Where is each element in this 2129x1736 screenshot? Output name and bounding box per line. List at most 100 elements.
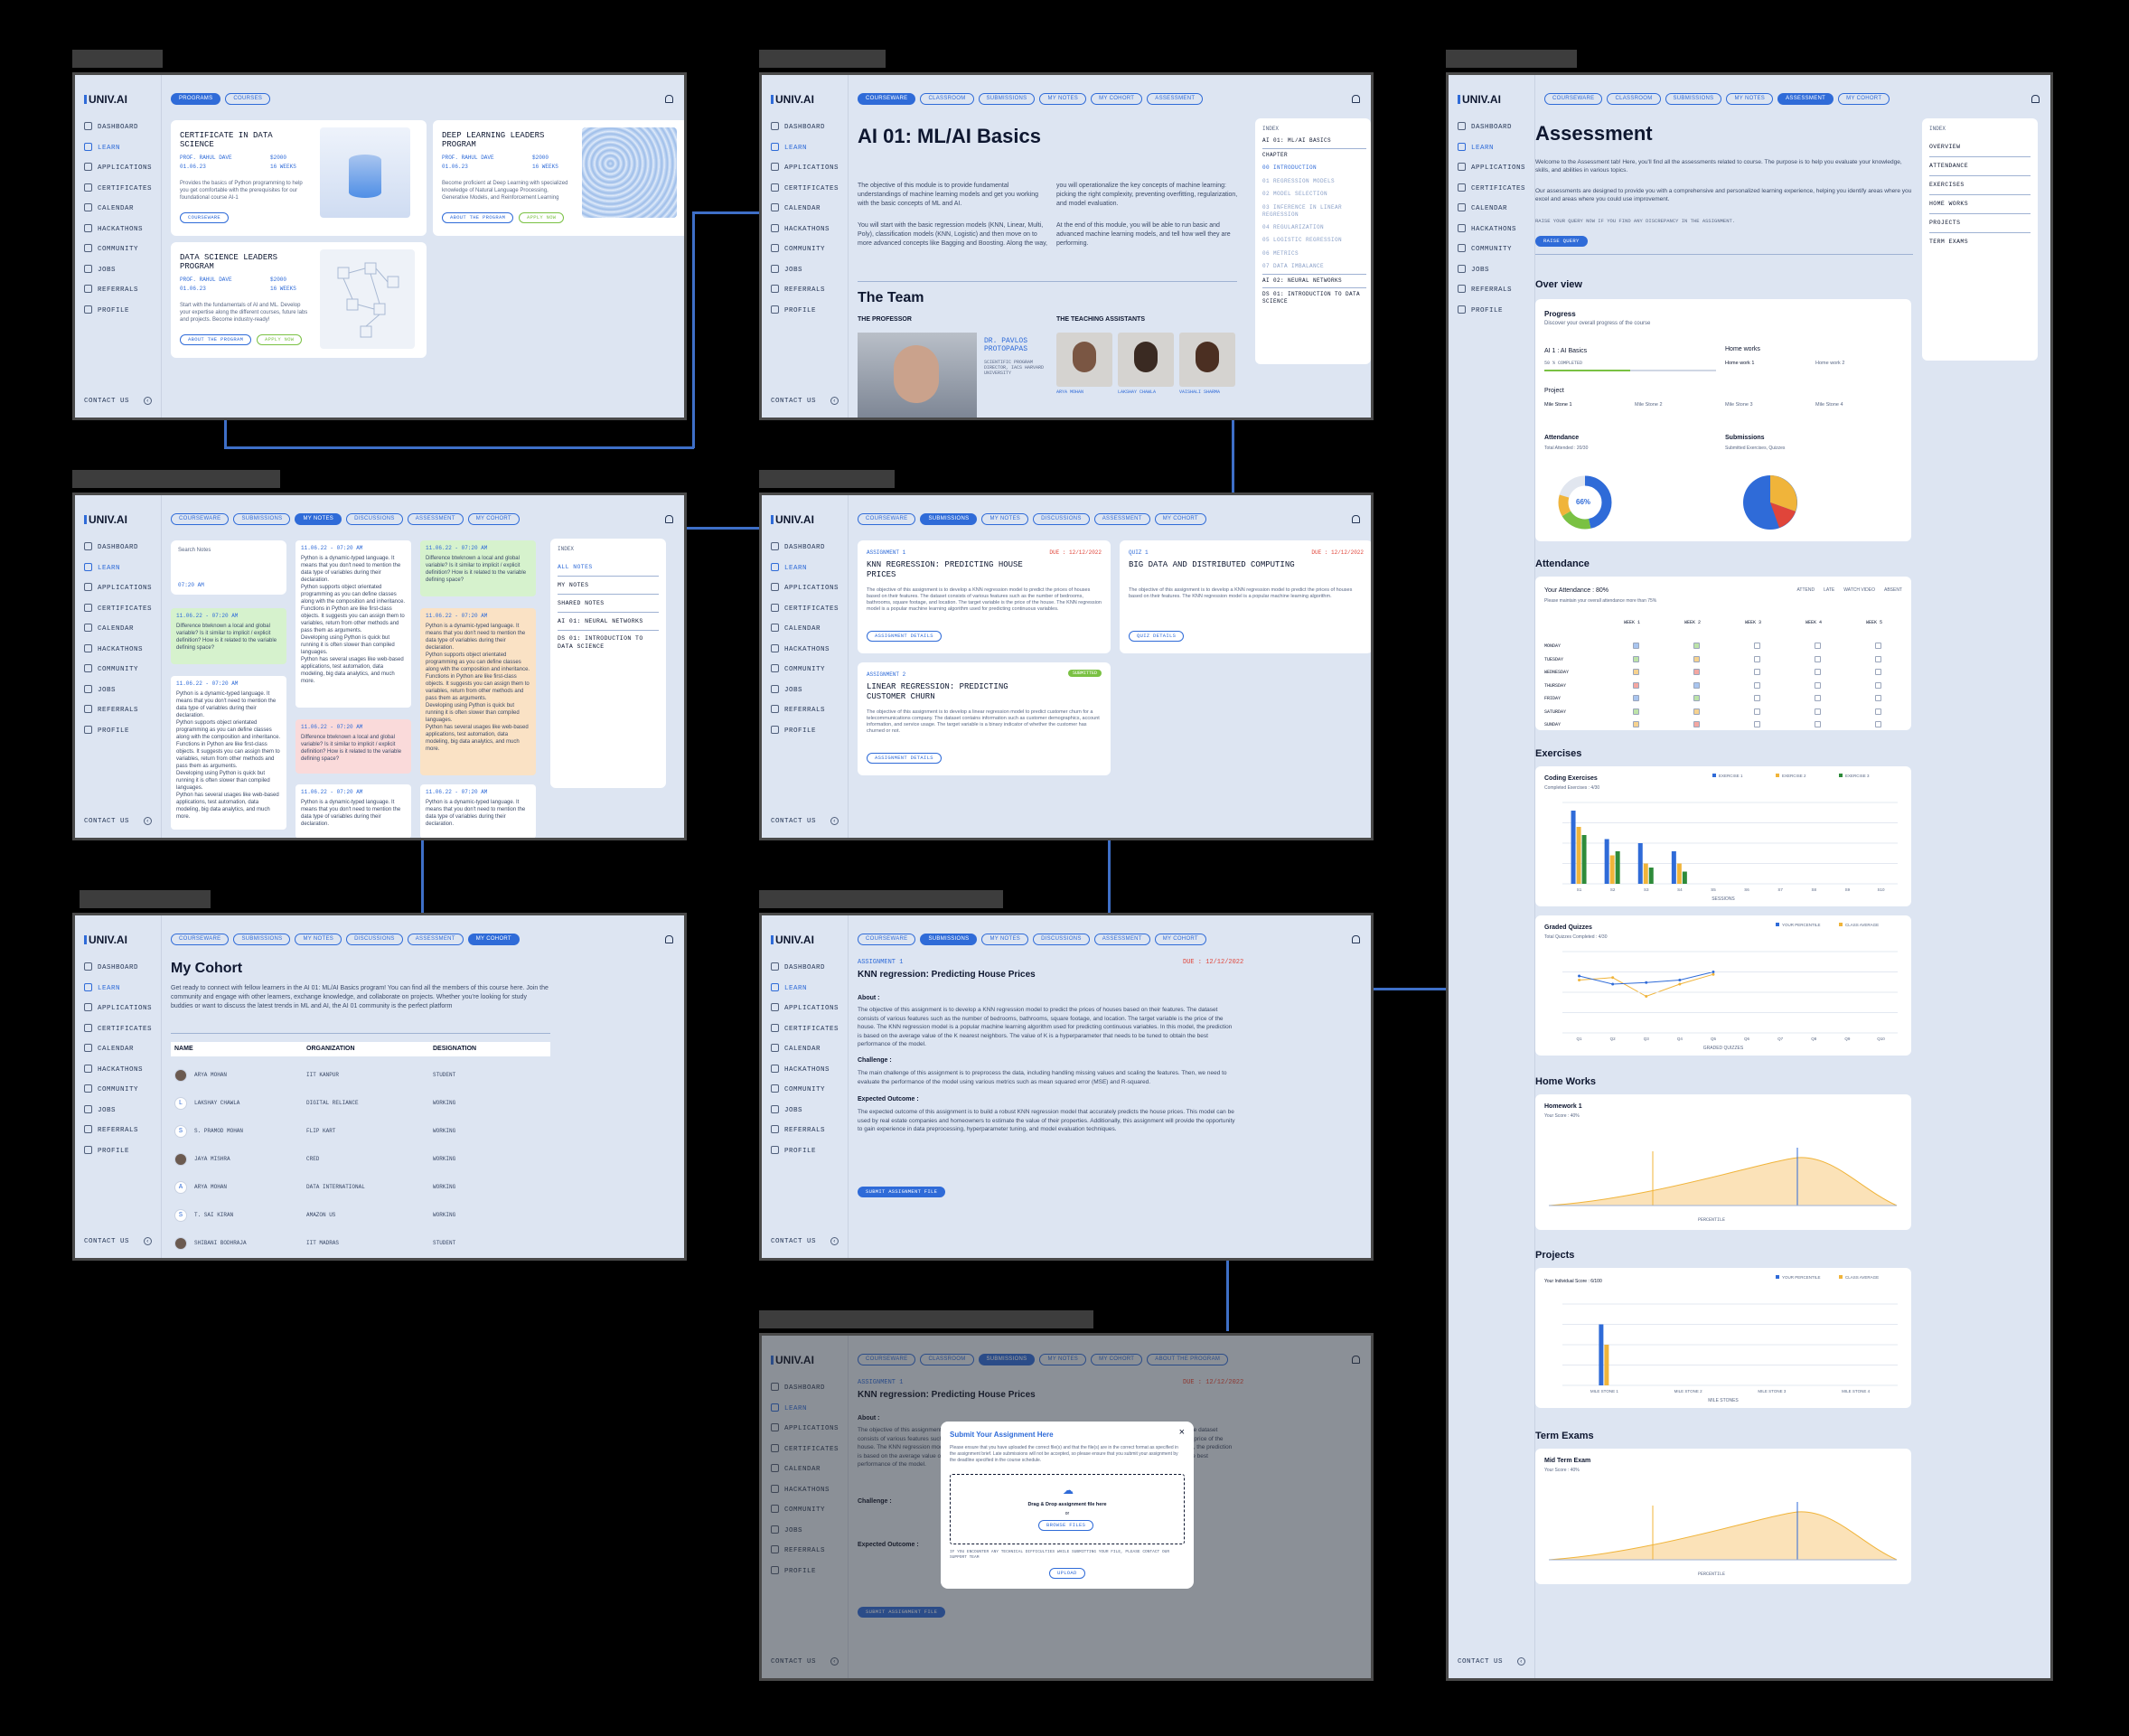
index-item[interactable]: HOME WORKS <box>1929 195 2031 214</box>
univai-logo[interactable]: UNIV.AI <box>84 934 127 946</box>
index-item[interactable]: DS 01: INTRODUCTION TO DATA SCIENCE <box>1262 287 1366 305</box>
tab-my-notes[interactable]: MY NOTES <box>1039 93 1087 105</box>
univai-logo[interactable]: UNIV.AI <box>771 934 814 946</box>
index-item[interactable]: 02 MODEL SELECTION <box>1262 188 1366 202</box>
sidebar-item-learn[interactable]: LEARN <box>84 982 120 992</box>
sidebar-item-community[interactable]: COMMUNITY <box>84 244 138 253</box>
univai-logo[interactable]: UNIV.AI <box>771 513 814 526</box>
sidebar-item-calendar[interactable]: CALENDAR <box>84 624 134 633</box>
tab-my-cohort[interactable]: MY COHORT <box>1154 513 1206 525</box>
sidebar-item-applications[interactable]: APPLICATIONS <box>84 583 152 592</box>
sidebar-item-community[interactable]: COMMUNITY <box>84 1084 138 1093</box>
index-item[interactable]: EXERCISES <box>1929 176 2031 195</box>
note-card[interactable]: 11.06.22 - 07:20 AM Python is a dynamic-t… <box>295 540 411 708</box>
tab-submissions[interactable]: SUBMISSIONS <box>1665 93 1722 105</box>
index-item[interactable]: SHARED NOTES <box>558 595 659 613</box>
note-card[interactable]: 11.06.22 - 07:20 AM Python is a dynamic-t… <box>420 784 536 838</box>
tab-my-notes[interactable]: MY NOTES <box>981 934 1029 945</box>
table-row[interactable]: JAYA MISHRA CRED WORKING <box>171 1151 550 1169</box>
assignment-card[interactable]: ASSIGNMENT 1 DUE : 12/12/2022 KNN REGRES… <box>858 540 1111 653</box>
index-item[interactable]: DS 01: INTRODUCTION TO DATA SCIENCE <box>558 631 659 651</box>
tab-submissions[interactable]: SUBMISSIONS <box>920 513 978 525</box>
sidebar-item-certificates[interactable]: CERTIFICATES <box>771 183 839 192</box>
index-item[interactable]: MY NOTES <box>558 577 659 595</box>
sidebar-item-hackathons[interactable]: HACKATHONS <box>84 1064 143 1074</box>
sidebar-item-hackathons[interactable]: HACKATHONS <box>1458 223 1516 233</box>
tab-programs[interactable]: PROGRAMS <box>171 93 221 105</box>
tab-my-notes[interactable]: MY NOTES <box>295 513 342 525</box>
tab-classroom[interactable]: CLASSROOM <box>920 93 974 105</box>
index-item[interactable]: ATTENDANCE <box>1929 157 2031 176</box>
upload-button[interactable]: UPLOAD <box>1049 1568 1085 1579</box>
sidebar-item-calendar[interactable]: CALENDAR <box>1458 203 1507 212</box>
sidebar-item-community[interactable]: COMMUNITY <box>771 244 825 253</box>
sidebar-item-community[interactable]: COMMUNITY <box>84 664 138 673</box>
sidebar-item-jobs[interactable]: JOBS <box>771 684 802 694</box>
index-item[interactable]: 03 INFERENCE IN LINEAR REGRESSION <box>1262 202 1366 221</box>
sidebar-item-profile[interactable]: PROFILE <box>1458 305 1503 314</box>
sidebar-item-referrals[interactable]: REFERRALS <box>84 705 138 714</box>
table-row[interactable]: S S. PRAMOD MOHAN FLIP KART WORKING <box>171 1123 550 1141</box>
tab-courseware[interactable]: COURSEWARE <box>171 513 230 525</box>
index-item[interactable]: ALL NOTES <box>558 558 659 577</box>
tab-courseware[interactable]: COURSEWARE <box>858 93 916 105</box>
sidebar-item-dashboard[interactable]: DASHBOARD <box>84 962 138 971</box>
sidebar-item-calendar[interactable]: CALENDAR <box>771 203 821 212</box>
program-card[interactable]: CERTIFICATE IN DATA SCIENCE PROF. RAHUL … <box>171 120 427 236</box>
tab-submissions[interactable]: SUBMISSIONS <box>920 934 978 945</box>
tab-submissions[interactable]: SUBMISSIONS <box>233 934 291 945</box>
sidebar-item-profile[interactable]: PROFILE <box>771 1145 816 1155</box>
tab-assessment[interactable]: ASSESSMENT <box>1093 513 1150 525</box>
raise-query-button[interactable]: RAISE QUERY <box>1535 236 1588 247</box>
sidebar-item-learn[interactable]: LEARN <box>1458 142 1494 152</box>
tab-my-cohort[interactable]: MY COHORT <box>1154 934 1206 945</box>
sidebar-item-certificates[interactable]: CERTIFICATES <box>771 603 839 613</box>
univai-logo[interactable]: UNIV.AI <box>1458 93 1501 106</box>
table-row[interactable]: A ARYA MOHAN DATA INTERNATIONAL WORKING <box>171 1179 550 1197</box>
bell-icon[interactable] <box>1352 95 1360 103</box>
sidebar-item-jobs[interactable]: JOBS <box>84 684 116 694</box>
sidebar-item-certificates[interactable]: CERTIFICATES <box>1458 183 1525 192</box>
univai-logo[interactable]: UNIV.AI <box>771 93 814 106</box>
submit-assignment-button[interactable]: SUBMIT ASSIGNMENT FILE <box>858 1187 946 1197</box>
contact-us-link[interactable]: CONTACT US ‹ <box>84 817 153 825</box>
sidebar-item-profile[interactable]: PROFILE <box>771 305 816 314</box>
sidebar-item-community[interactable]: COMMUNITY <box>771 1084 825 1093</box>
bell-icon[interactable] <box>1352 515 1360 523</box>
assignment-details-button[interactable]: ASSIGNMENT DETAILS <box>867 753 942 764</box>
sidebar-item-learn[interactable]: LEARN <box>771 982 807 992</box>
index-item[interactable]: AI 01: ML/AI BASICS <box>1262 135 1366 149</box>
sidebar-item-referrals[interactable]: REFERRALS <box>771 1125 825 1134</box>
sidebar-item-certificates[interactable]: CERTIFICATES <box>84 1023 152 1033</box>
sidebar-item-applications[interactable]: APPLICATIONS <box>84 163 152 172</box>
program-card[interactable]: DATA SCIENCE LEADERS PROGRAM PROF. RAHUL… <box>171 242 427 358</box>
sidebar-item-calendar[interactable]: CALENDAR <box>84 1044 134 1053</box>
sidebar-item-jobs[interactable]: JOBS <box>771 264 802 274</box>
sidebar-item-learn[interactable]: LEARN <box>84 142 120 152</box>
index-item[interactable]: 05 LOGISTIC REGRESSION <box>1262 234 1366 248</box>
contact-us-link[interactable]: CONTACT US ‹ <box>84 397 153 405</box>
sidebar-item-community[interactable]: COMMUNITY <box>1458 244 1512 253</box>
univai-logo[interactable]: UNIV.AI <box>84 513 127 526</box>
sidebar-item-applications[interactable]: APPLICATIONS <box>771 1003 839 1012</box>
sidebar-item-profile[interactable]: PROFILE <box>84 1145 129 1155</box>
sidebar-item-applications[interactable]: APPLICATIONS <box>771 583 839 592</box>
contact-us-link[interactable]: CONTACT US ‹ <box>771 817 839 825</box>
contact-us-link[interactable]: CONTACT US ‹ <box>771 397 839 405</box>
note-card[interactable]: 11.06.22 - 07:20 AM Difference btwknown a… <box>420 540 536 596</box>
sidebar-item-profile[interactable]: PROFILE <box>84 305 129 314</box>
program-card[interactable]: DEEP LEARNING LEADERS PROGRAM PROF. RAHU… <box>433 120 684 236</box>
sidebar-item-referrals[interactable]: REFERRALS <box>1458 285 1512 294</box>
quiz-details-button[interactable]: QUIZ DETAILS <box>1129 631 1185 642</box>
sidebar-item-community[interactable]: COMMUNITY <box>771 664 825 673</box>
tab-my-cohort[interactable]: MY COHORT <box>467 934 520 945</box>
table-row[interactable]: SHIBANI BODHRAJA IIT MADRAS STUDENT <box>171 1235 550 1253</box>
sidebar-item-dashboard[interactable]: DASHBOARD <box>84 542 138 551</box>
sidebar-item-certificates[interactable]: CERTIFICATES <box>84 603 152 613</box>
tab-assessment[interactable]: ASSESSMENT <box>1093 934 1150 945</box>
apply-button[interactable]: APPLY NOW <box>519 212 565 223</box>
sidebar-item-calendar[interactable]: CALENDAR <box>771 1044 821 1053</box>
tab-courseware[interactable]: COURSEWARE <box>858 513 916 525</box>
sidebar-item-dashboard[interactable]: DASHBOARD <box>771 962 825 971</box>
new-note[interactable]: Search Notes 07:20 AM <box>171 540 286 595</box>
